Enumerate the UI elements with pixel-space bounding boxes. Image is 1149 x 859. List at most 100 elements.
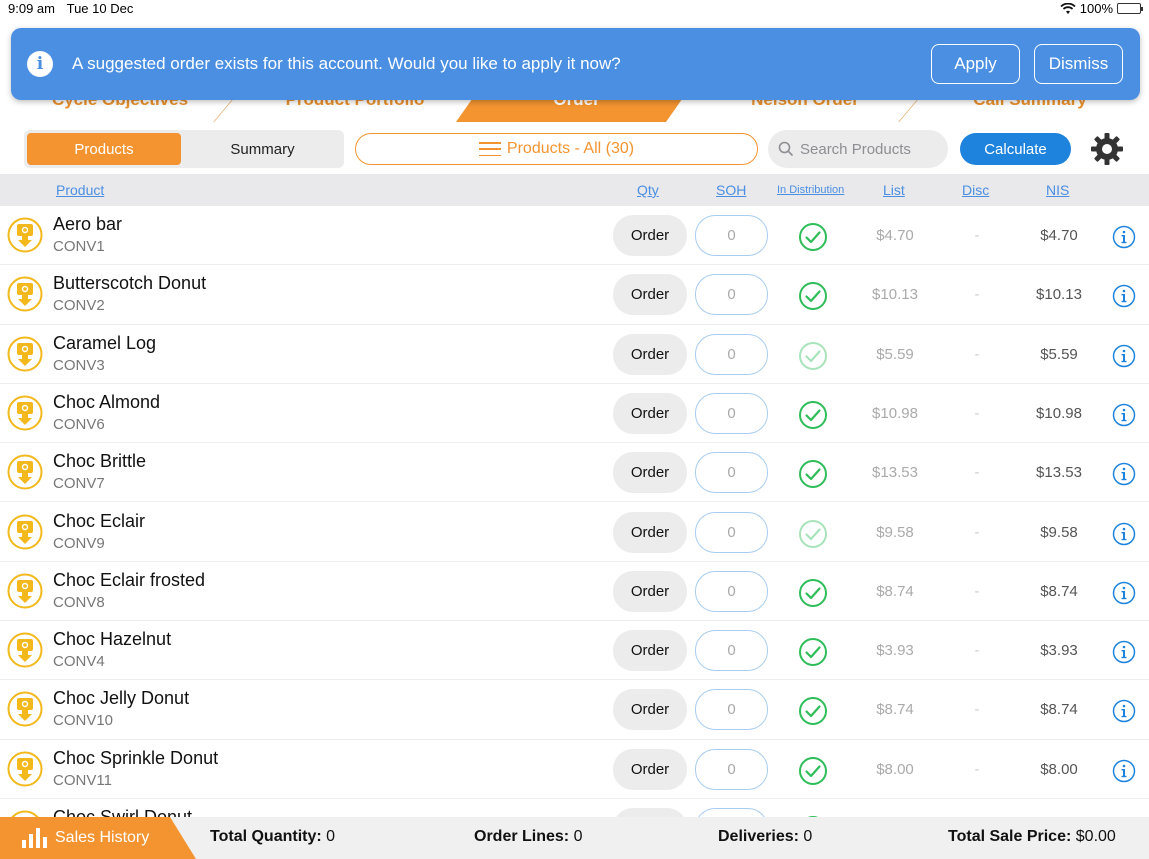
table-row[interactable]: Choc Swirl Donut xyxy=(0,799,1149,817)
product-code: CONV3 xyxy=(53,356,105,374)
dismiss-button[interactable]: Dismiss xyxy=(1034,44,1123,84)
nis-price: $8.00 xyxy=(1040,760,1078,778)
qty-input[interactable]: 0 xyxy=(695,630,768,672)
info-icon[interactable] xyxy=(1112,640,1136,664)
nis-price: $10.98 xyxy=(1036,404,1082,422)
table-row[interactable]: Butterscotch Donut CONV2 Order 0 $10.13 - $10.… xyxy=(0,265,1149,325)
filter-label: Products - All (30) xyxy=(506,140,635,157)
product-image-placeholder-icon[interactable] xyxy=(7,632,43,668)
sales-history-button[interactable]: Sales History xyxy=(0,817,196,859)
check-circle-icon xyxy=(799,519,827,548)
product-filter-button[interactable]: Products - All (30) xyxy=(355,133,758,165)
qty-input[interactable]: 0 xyxy=(695,570,768,612)
table-row[interactable]: Choc Sprinkle Donut CONV11 Order 0 $8.00 - $8.… xyxy=(0,740,1149,799)
table-row[interactable]: Aero bar CONV1 Order 0 $4.70 - $4.70 xyxy=(0,206,1149,266)
order-button[interactable]: Order xyxy=(613,689,687,731)
table-row[interactable]: Choc Jelly Donut CONV10 Order 0 $8.74 - $8.74 xyxy=(0,680,1149,740)
table-row[interactable]: Choc Eclair frosted CONV8 Order 0 $8.74 - $8.7… xyxy=(0,562,1149,622)
qty-input[interactable]: 0 xyxy=(695,689,768,731)
product-name: Choc Brittle xyxy=(53,451,147,472)
product-image-placeholder-icon[interactable] xyxy=(7,573,43,609)
table-row[interactable]: Choc Eclair CONV9 Order 0 $9.58 - $9.58 xyxy=(0,503,1149,562)
apply-button[interactable]: Apply xyxy=(931,44,1020,84)
nis-price: $8.74 xyxy=(1040,582,1078,600)
info-icon[interactable] xyxy=(1112,522,1136,546)
product-name: Choc Eclair xyxy=(53,510,146,531)
info-icon[interactable] xyxy=(1112,699,1136,723)
table-row[interactable]: Choc Almond CONV6 Order 0 $10.98 - $10.98 xyxy=(0,384,1149,444)
order-button[interactable]: Order xyxy=(613,570,687,612)
order-button[interactable]: Order xyxy=(613,452,687,494)
info-icon: i xyxy=(27,51,53,77)
qty-input[interactable]: 0 xyxy=(695,274,768,316)
product-code: CONV6 xyxy=(53,415,105,433)
qty-input[interactable] xyxy=(695,808,768,817)
order-button[interactable]: Order xyxy=(613,511,687,553)
list-price: $10.13 xyxy=(872,286,918,304)
info-icon[interactable] xyxy=(1112,344,1136,368)
check-circle-icon xyxy=(799,578,827,607)
table-row[interactable]: Choc Brittle CONV7 Order 0 $13.53 - $13.53 xyxy=(0,443,1149,503)
order-button[interactable]: Order xyxy=(613,215,687,256)
product-image-placeholder-icon[interactable] xyxy=(7,514,43,550)
column-in-distribution[interactable]: In Distribution xyxy=(777,184,844,196)
search-input[interactable] xyxy=(800,140,940,158)
order-button[interactable]: Order xyxy=(613,748,687,790)
calculate-button[interactable]: Calculate xyxy=(960,133,1071,165)
qty-input[interactable]: 0 xyxy=(695,333,768,375)
battery-icon xyxy=(1117,3,1143,14)
info-icon[interactable] xyxy=(1112,759,1136,783)
battery-percent: 100% xyxy=(1079,1,1113,16)
discount: - xyxy=(974,523,980,541)
info-icon[interactable] xyxy=(1112,462,1136,486)
bar-chart-icon xyxy=(22,828,47,848)
list-price: $8.00 xyxy=(876,760,914,778)
product-image-placeholder-icon[interactable] xyxy=(7,454,43,490)
order-button[interactable] xyxy=(613,808,687,817)
column-list[interactable]: List xyxy=(883,182,905,198)
info-icon[interactable] xyxy=(1112,581,1136,605)
list-price: $4.70 xyxy=(876,227,914,244)
column-nis[interactable]: NIS xyxy=(1046,182,1069,198)
column-product[interactable]: Product xyxy=(56,182,104,198)
nis-price: $4.70 xyxy=(1040,227,1078,244)
qty-input[interactable]: 0 xyxy=(695,392,768,434)
product-code: CONV2 xyxy=(53,297,105,315)
segment-summary[interactable]: Summary xyxy=(184,133,341,165)
info-icon[interactable] xyxy=(1112,225,1136,249)
status-date: Tue 10 Dec xyxy=(66,1,134,16)
product-image-placeholder-icon[interactable] xyxy=(7,217,43,253)
column-qty[interactable]: Qty xyxy=(637,182,659,198)
info-icon[interactable] xyxy=(1112,403,1136,427)
product-image-placeholder-icon[interactable] xyxy=(7,751,43,787)
qty-input[interactable]: 0 xyxy=(695,452,768,494)
info-icon[interactable] xyxy=(1112,284,1136,308)
view-segmented-control: Products Summary xyxy=(24,130,344,168)
qty-input[interactable]: 0 xyxy=(695,511,768,553)
product-image-placeholder-icon[interactable] xyxy=(7,395,43,431)
qty-input[interactable]: 0 xyxy=(695,215,768,256)
product-code: CONV8 xyxy=(53,593,105,611)
table-row[interactable]: Caramel Log CONV3 Order 0 $5.59 - $5.59 xyxy=(0,325,1149,384)
table-row[interactable]: Choc Hazelnut CONV4 Order 0 $3.93 - $3.93 xyxy=(0,621,1149,681)
gear-icon[interactable] xyxy=(1089,131,1125,167)
order-button[interactable]: Order xyxy=(613,630,687,672)
qty-input[interactable]: 0 xyxy=(695,748,768,790)
order-button[interactable]: Order xyxy=(613,392,687,434)
product-image-placeholder-icon[interactable] xyxy=(7,336,43,372)
column-soh[interactable]: SOH xyxy=(716,182,746,198)
order-button[interactable]: Order xyxy=(613,333,687,375)
product-image-placeholder-icon[interactable] xyxy=(7,691,43,727)
nis-price: $13.53 xyxy=(1036,464,1082,482)
list-price: $8.74 xyxy=(876,582,914,600)
search-icon xyxy=(778,141,794,157)
product-code: CONV10 xyxy=(53,712,114,730)
search-box[interactable] xyxy=(768,130,948,168)
product-image-placeholder-icon[interactable] xyxy=(7,810,43,817)
order-button[interactable]: Order xyxy=(613,274,687,316)
list-price: $13.53 xyxy=(872,464,918,482)
segment-products[interactable]: Products xyxy=(27,133,181,165)
product-image-placeholder-icon[interactable] xyxy=(7,276,43,312)
discount: - xyxy=(974,582,980,600)
column-disc[interactable]: Disc xyxy=(962,182,989,198)
